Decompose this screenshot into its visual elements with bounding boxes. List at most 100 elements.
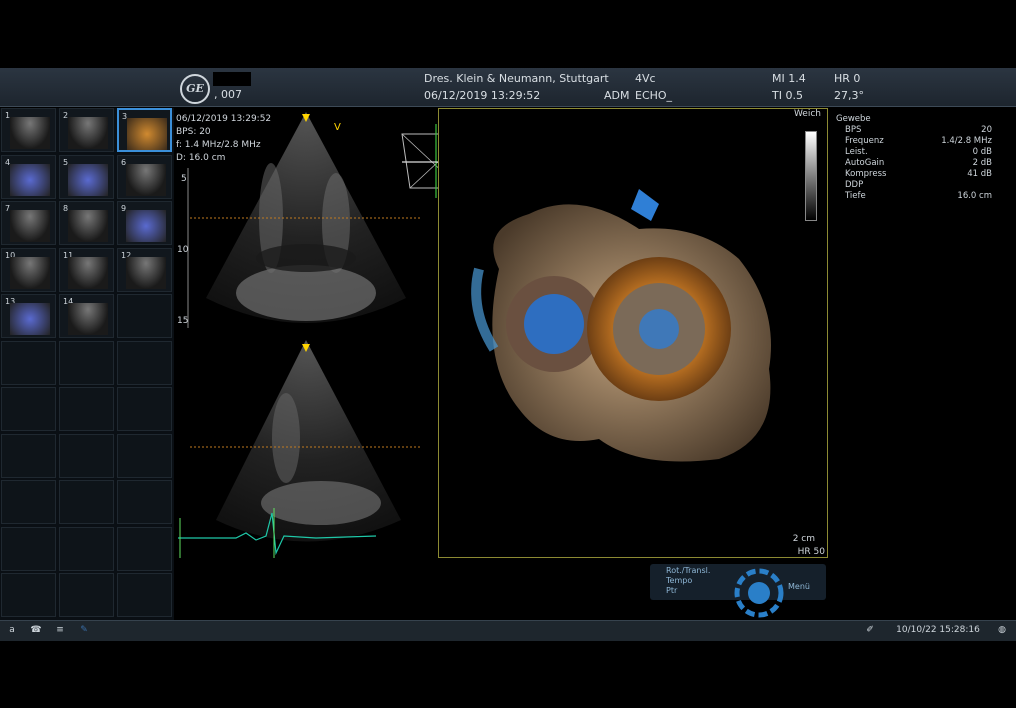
pen-icon[interactable]: ✎ [74, 622, 94, 638]
settings-value: 2 dB [972, 158, 992, 168]
3d-valve-render [471, 189, 771, 462]
thumbnail-empty [59, 526, 114, 571]
render-preset: Weich [793, 109, 821, 119]
ge-logo: GE [180, 74, 210, 104]
settings-title: Gewebe [836, 114, 871, 124]
app-label: ECHO_ [635, 89, 673, 102]
thumbnail-image [126, 256, 166, 289]
settings-label: Kompress [845, 169, 887, 179]
settings-value: 1.4/2.8 MHz [941, 136, 992, 146]
settings-value: 20 [981, 125, 992, 135]
thumbnail-5[interactable]: 5 [59, 154, 114, 199]
thumbnail-image [10, 303, 50, 335]
patient-id: , 007 [214, 88, 242, 101]
thumbnail-3[interactable]: 3 [117, 108, 172, 152]
settings-label: DDP [845, 180, 864, 190]
disk-icon[interactable]: ◍ [992, 622, 1012, 638]
thumbnail-4[interactable]: 4 [1, 154, 56, 199]
thumbnail-empty [117, 433, 172, 478]
thumbnail-image [10, 256, 50, 289]
probe-label: 4Vc [635, 72, 656, 85]
thumbnail-empty [59, 387, 114, 431]
settings-label: AutoGain [845, 158, 885, 168]
mi-value: MI 1.4 [772, 72, 806, 85]
settings-label: Frequenz [845, 136, 884, 146]
thumbnail-empty [59, 573, 114, 617]
thumbnail-7[interactable]: 7 [1, 201, 56, 245]
thumbnail-empty [1, 526, 56, 571]
key-a-button[interactable]: a [2, 622, 22, 638]
thumbnail-empty [1, 433, 56, 478]
ptr-label[interactable]: Ptr [666, 586, 677, 595]
thumbnail-empty [117, 480, 172, 524]
settings-value: 41 dB [967, 169, 992, 179]
thumbnail-image [10, 210, 50, 242]
settings-value: 16.0 cm [957, 191, 992, 201]
control-panel: Rot./Transl. Tempo Ptr Menü [650, 562, 826, 618]
thumbnail-image [126, 210, 166, 242]
image-datetime: 06/12/2019 13:29:52 [176, 114, 272, 124]
thumbnail-image [68, 163, 108, 196]
list-icon[interactable]: ≡ [50, 622, 70, 638]
thumbnail-image [127, 118, 167, 150]
thumbnail-image [126, 163, 166, 196]
image-depth: D: 16.0 cm [176, 153, 226, 163]
tempo-label[interactable]: Tempo [666, 576, 692, 585]
image-frequency: f: 1.4 MHz/2.8 MHz [176, 140, 261, 150]
thumbnail-8[interactable]: 8 [59, 201, 114, 245]
rot-transl-label[interactable]: Rot./Transl. [666, 566, 710, 575]
ti-value: TI 0.5 [772, 89, 803, 102]
depth-mark-15: 15 [177, 316, 189, 326]
thumbnail-empty [117, 294, 172, 338]
thumbnail-empty [117, 573, 172, 617]
scale-bar-label: 2 cm [792, 534, 815, 544]
ultrasound-sectors [178, 112, 420, 558]
thumbnail-6[interactable]: 6 [117, 154, 172, 199]
mode-label: ADM [604, 89, 630, 102]
header-bar: , 007 Dres. Klein & Neumann, Stuttgart 0… [0, 68, 1016, 107]
settings-label: Leist. [845, 147, 868, 157]
institution: Dres. Klein & Neumann, Stuttgart [424, 72, 609, 85]
volume-render-view[interactable]: Weich 2 cm HR 50 [438, 108, 828, 558]
edit-icon[interactable]: ✐ [860, 622, 880, 638]
thumbnail-empty [117, 387, 172, 431]
thumbnail-empty [117, 340, 172, 385]
thumbnail-10[interactable]: 10 [1, 247, 56, 292]
thumbnail-14[interactable]: 14 [59, 294, 114, 338]
thumbnail-empty [1, 340, 56, 385]
thumbnail-empty [1, 573, 56, 617]
thumbnail-image [10, 117, 50, 149]
depth-mark-5: 5 [181, 174, 187, 184]
gray-scale-bar [805, 131, 817, 221]
thumbnail-empty [59, 340, 114, 385]
patient-name-redacted [213, 72, 251, 86]
thumbnail-image [68, 210, 108, 242]
thumbnail-1[interactable]: 1 [1, 108, 56, 152]
hr-value: HR 0 [834, 72, 861, 85]
temperature: 27,3° [834, 89, 864, 102]
exam-datetime: 06/12/2019 13:29:52 [424, 89, 541, 102]
image-bps: BPS: 20 [176, 127, 211, 137]
thumbnail-empty [117, 526, 172, 571]
thumbnail-2[interactable]: 2 [59, 108, 114, 152]
thumbnail-empty [59, 433, 114, 478]
system-datetime: 10/10/22 15:28:16 [896, 625, 980, 635]
biplane-2d-view[interactable]: 06/12/2019 13:29:52 BPS: 20 f: 1.4 MHz/2… [176, 108, 436, 560]
thumbnail-12[interactable]: 12 [117, 247, 172, 292]
thumbnail-empty [1, 387, 56, 431]
phone-icon[interactable]: ☎ [26, 622, 46, 638]
v-marker: V [334, 122, 341, 133]
thumbnail-9[interactable]: 9 [117, 201, 172, 245]
thumbnail-11[interactable]: 11 [59, 247, 114, 292]
thumbnail-13[interactable]: 13 [1, 294, 56, 338]
thumbnail-image [10, 163, 50, 196]
thumbnail-empty [59, 480, 114, 524]
thumbnail-image [68, 256, 108, 289]
depth-mark-10: 10 [177, 245, 189, 255]
thumbnail-empty [1, 480, 56, 524]
settings-label: BPS [845, 125, 862, 135]
menu-button[interactable]: Menü [788, 582, 810, 591]
trackball-icon[interactable] [734, 568, 784, 618]
settings-value: 0 dB [972, 147, 992, 157]
thumbnail-image [68, 303, 108, 335]
